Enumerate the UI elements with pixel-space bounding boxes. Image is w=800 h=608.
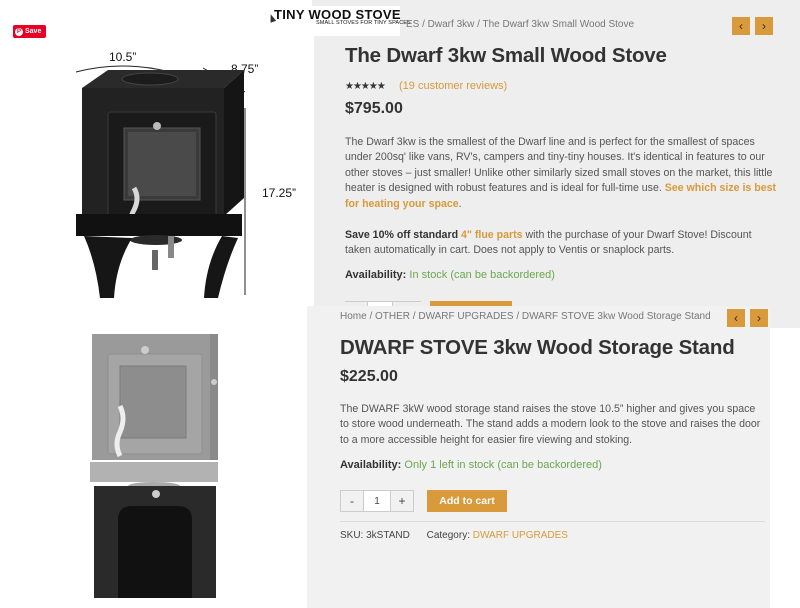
product-title: The Dwarf 3kw Small Wood Stove (345, 44, 667, 67)
quantity-input[interactable]: 1 (364, 490, 390, 512)
availability-label: Availability: (345, 269, 407, 281)
sku-label: SKU: (340, 530, 364, 541)
description-end: . (458, 197, 462, 210)
next-product-button[interactable]: › (755, 17, 773, 35)
pinterest-icon: P (15, 27, 23, 36)
width-dimension: 10.5” (109, 50, 137, 64)
product-description: The DWARF 3kW wood storage stand raises … (340, 403, 761, 446)
next-product-button[interactable]: › (750, 309, 768, 327)
product-description: The Dwarf 3kw is the smallest of the Dwa… (345, 135, 777, 212)
category-label: Category: (426, 530, 470, 541)
pinterest-save-button[interactable]: P Save (13, 25, 46, 38)
category-link[interactable]: DWARF UPGRADES (473, 530, 568, 541)
product-meta: SKU: 3kSTAND Category: DWARF UPGRADES (340, 530, 568, 541)
breadcrumb-stand[interactable]: Home / OTHER / DWARF UPGRADES / DWARF ST… (340, 311, 711, 322)
breadcrumb[interactable]: ES / Dwarf 3kw / The Dwarf 3kw Small Woo… (406, 19, 634, 30)
flue-parts-link[interactable]: 4" flue parts (461, 229, 523, 241)
quantity-plus-button[interactable]: + (390, 490, 414, 512)
tiny-wood-stove-logo: TINY WOOD STOVE SMALL STOVES FOR TINY SP… (270, 6, 411, 36)
product-title: DWARF STOVE 3kw Wood Storage Stand (340, 336, 735, 359)
quantity-minus-button[interactable]: - (340, 490, 364, 512)
availability: Availability: Only 1 left in stock (can … (340, 459, 602, 471)
logo-tagline: SMALL STOVES FOR TINY SPACES (316, 20, 411, 26)
quantity-stepper[interactable]: - 1 + (340, 490, 414, 512)
wood-stove-image (76, 70, 244, 298)
add-to-cart-button[interactable]: Add to cart (427, 490, 507, 512)
product-price: $795.00 (345, 100, 403, 117)
availability-value: In stock (can be backordered) (409, 269, 555, 281)
sku-value: 3kSTAND (366, 530, 410, 541)
promo-text: Save 10% off standard 4" flue parts with… (345, 228, 777, 259)
star-rating-icon: ★★★★★ (345, 81, 386, 92)
prev-product-button[interactable]: ‹ (732, 17, 750, 35)
prev-product-button[interactable]: ‹ (727, 309, 745, 327)
availability: Availability: In stock (can be backorder… (345, 269, 555, 281)
promo-bold: Save 10% off standard (345, 229, 459, 241)
storage-stand-image (90, 334, 218, 598)
height-dimension: 17.25” (262, 186, 297, 200)
availability-value: Only 1 left in stock (can be backordered… (404, 459, 602, 471)
availability-label: Availability: (340, 459, 402, 471)
reviews-link[interactable]: (19 customer reviews) (399, 80, 507, 92)
product-price: $225.00 (340, 368, 398, 385)
divider (340, 521, 765, 522)
pinterest-save-label: Save (25, 28, 42, 35)
